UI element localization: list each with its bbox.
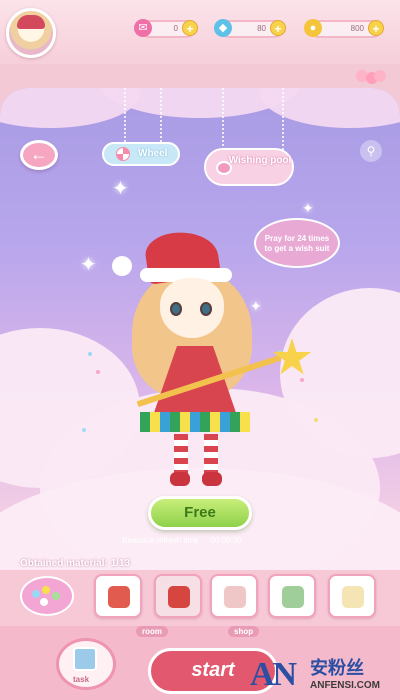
candy-jar-icon[interactable]: [20, 576, 74, 616]
add-diamond-button[interactable]: +: [270, 20, 286, 36]
material-slot-santa-hat[interactable]: [210, 574, 258, 618]
character-eye: [170, 302, 182, 316]
hanging-string: [124, 88, 126, 142]
wishing-pool-label: Wishing pool: [228, 155, 292, 166]
anfensi-watermark-logo: AN 安粉丝 ANFENSI.COM: [240, 650, 400, 700]
confetti: [300, 378, 304, 382]
character-leg: [204, 434, 218, 474]
confetti: [96, 370, 100, 374]
paw-icon: [216, 161, 232, 175]
watermark-en: ANFENSI.COM: [310, 680, 380, 691]
player-avatar[interactable]: [6, 8, 56, 58]
balloons-decoration: [356, 70, 386, 86]
white-bow-icon: [342, 586, 364, 608]
obtained-material-count: Obtained material: 1/13: [20, 558, 131, 569]
refresh-time: 00:00:00: [210, 536, 242, 545]
material-slot-bow[interactable]: [154, 574, 202, 618]
wheel-label: Wheel: [138, 148, 168, 159]
room-label[interactable]: room: [136, 626, 168, 637]
character-eye: [200, 302, 212, 316]
back-button[interactable]: ←: [20, 140, 58, 170]
cloud: [260, 88, 400, 128]
material-slot-holly[interactable]: [268, 574, 316, 618]
shop-label[interactable]: shop: [228, 626, 260, 637]
diamond-icon: ◆: [214, 19, 232, 37]
task-icon: [73, 647, 97, 671]
sparkle-icon: ✦: [80, 254, 97, 276]
confetti: [314, 418, 318, 422]
coin-icon: ●: [304, 19, 322, 37]
holly-icon: [282, 586, 304, 608]
search-icon[interactable]: ⚲: [360, 140, 382, 162]
refresh-timer: Resudue refresh time 00:00:00: [122, 536, 254, 545]
ticket-value: 0: [173, 24, 178, 33]
hanging-string: [160, 88, 162, 142]
hanging-string: [282, 88, 284, 150]
character-boot: [170, 472, 190, 486]
add-coin-button[interactable]: +: [368, 20, 384, 36]
character-skirt: [140, 412, 250, 432]
ticket-icon: ✉: [134, 19, 152, 37]
sparkle-icon: ✦: [302, 200, 314, 216]
wishing-pool-tab[interactable]: Wishing pool: [204, 148, 294, 186]
watermark-mark: AN: [250, 656, 297, 693]
task-label: task: [73, 675, 90, 684]
bow-icon: [168, 586, 190, 608]
confetti: [88, 352, 92, 356]
character-boot: [202, 472, 222, 486]
top-bar: ✉ 0 + ◆ 80 + ● 800 +: [0, 0, 400, 64]
wishing-pool-panel: ✦ ✦ ✦ ✦ ← Wheel Wishing pool ⚲ Pray for …: [0, 88, 400, 628]
coin-value: 800: [350, 24, 364, 33]
ticket-counter: ✉ 0 +: [134, 19, 198, 38]
wheel-tab[interactable]: Wheel: [102, 142, 180, 166]
santa-hat-icon: [224, 586, 246, 608]
wish-suit-character: [110, 227, 312, 488]
material-slot-red-top[interactable]: [94, 574, 142, 618]
confetti: [82, 428, 86, 432]
red-top-icon: [108, 586, 130, 608]
task-button[interactable]: task: [56, 638, 116, 690]
material-slot-white-bow[interactable]: [328, 574, 376, 618]
diamond-counter: ◆ 80 +: [214, 19, 286, 38]
watermark-cn: 安粉丝: [310, 658, 364, 678]
coin-counter: ● 800 +: [304, 19, 384, 38]
refresh-label: Resudue refresh time: [122, 536, 199, 545]
hanging-string: [222, 88, 224, 150]
add-ticket-button[interactable]: +: [182, 20, 198, 36]
character-leg: [174, 434, 188, 474]
wheel-icon: [116, 147, 130, 161]
sparkle-icon: ✦: [112, 178, 129, 200]
diamond-value: 80: [257, 24, 266, 33]
santa-hat-pom: [112, 256, 132, 276]
free-wish-button[interactable]: Free: [148, 496, 252, 530]
